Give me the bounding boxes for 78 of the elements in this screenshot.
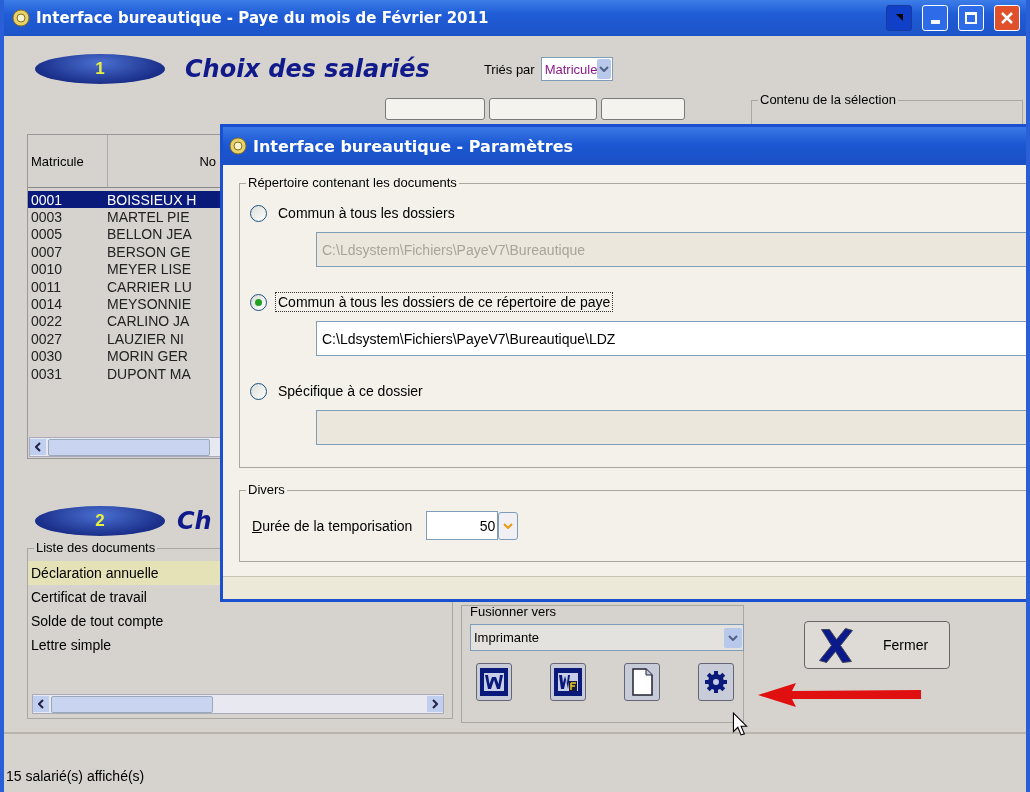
step-badge: 2 [35, 506, 165, 536]
table-cell-text: 0003 [30, 209, 64, 226]
cross-icon [819, 627, 853, 663]
table-cell-text: 0005 [30, 226, 64, 243]
app-logo-icon [12, 9, 30, 27]
table-cell: BOISSIEUX H [107, 191, 197, 208]
radio-button[interactable] [250, 382, 267, 400]
radio-label[interactable]: Commun à tous les dossiers de ce répertoire de paye [275, 292, 614, 312]
delay-label: Durée de la temporisation [252, 517, 413, 534]
close-button[interactable]: Fermer [804, 621, 950, 669]
table-cell: CARLINO JA [107, 313, 190, 330]
button[interactable] [489, 98, 597, 120]
dropdown-button[interactable] [597, 59, 611, 79]
radio-button[interactable] [250, 204, 267, 222]
table-cell-text: 0027 [30, 330, 64, 347]
table-cell: MEYER LISE [107, 261, 192, 278]
table-cell: LAUZIER NI [107, 330, 184, 347]
minimize-icon [930, 20, 940, 24]
word-merge-icon [553, 667, 583, 697]
word-icon [479, 667, 509, 697]
maximize-icon [963, 10, 979, 26]
dropdown-button[interactable] [724, 627, 742, 648]
caret-icon [599, 66, 610, 72]
table-cell: BELLON JEA [107, 226, 192, 243]
document-item[interactable]: Lettre simple [28, 633, 452, 657]
table-cell-text: 0011 [30, 278, 63, 295]
window-title: Interface bureautique - Paye du mois de Février 2011 [36, 9, 489, 27]
section-title: Choix des salariés [185, 55, 430, 83]
table-cell: MEYSONNIE [107, 296, 191, 313]
arrow-left-icon [35, 442, 41, 452]
radio-label[interactable]: Commun à tous les dossiers [275, 203, 458, 223]
pin-button[interactable] [886, 5, 912, 31]
arrow-left-icon [38, 699, 44, 709]
dialog-title: Interface bureautique - Paramètres [253, 136, 573, 156]
mouse-pointer-icon [732, 712, 748, 736]
word-button[interactable] [550, 663, 586, 701]
status-text: 15 salarié(s) affiché(s) [6, 768, 145, 784]
minimize-button[interactable] [922, 5, 948, 31]
table-cell-text: 0022 [30, 313, 64, 330]
sort-select[interactable]: Matricule [540, 57, 613, 81]
table-cell-text: 0007 [30, 243, 64, 260]
word-button[interactable] [476, 663, 512, 701]
maximize-button[interactable] [958, 5, 984, 31]
section-title: Ch [177, 507, 212, 535]
triangle-icon [894, 13, 904, 23]
button[interactable] [601, 98, 685, 120]
table-cell: DUPONT MA [107, 365, 191, 382]
close-icon [999, 10, 1015, 26]
caret-icon [728, 634, 738, 641]
output-select[interactable]: Imprimante [470, 624, 744, 651]
table-cell: MORIN GER [107, 348, 188, 365]
caret-icon [503, 522, 514, 529]
document-button[interactable] [624, 663, 660, 701]
table-cell-text: 0030 [30, 348, 64, 365]
table-cell-text: 0014 [30, 296, 64, 313]
delay-field[interactable]: 50 [426, 511, 499, 540]
dropdown-button[interactable] [498, 511, 519, 540]
table-cell: BERSON GE [107, 243, 191, 260]
path-field[interactable]: C:\Ldsystem\Fichiers\PayeV7\Bureautique\LDZ [316, 321, 1026, 356]
column-header[interactable]: Matricule [28, 135, 108, 187]
radio-button[interactable] [250, 293, 267, 311]
arrow-right-icon [432, 699, 438, 709]
close-button[interactable] [994, 5, 1020, 31]
document-item[interactable]: Solde de tout compte [28, 609, 452, 633]
horizontal-scrollbar[interactable] [32, 694, 444, 714]
merge-label: Fusionner vers [470, 606, 557, 618]
group-title: Répertoire contenant les documents [246, 175, 459, 191]
table-cell-text: 0001 [30, 191, 64, 208]
table-cell: MARTEL PIE [107, 209, 190, 226]
app-logo-icon [229, 137, 247, 155]
sort-label: Triés par [483, 61, 535, 77]
radio-label[interactable]: Spécifique à ce dossier [275, 381, 426, 401]
step-badge: 1 [35, 54, 165, 84]
settings-button[interactable] [698, 663, 734, 701]
table-cell-text: 0010 [30, 261, 64, 278]
button[interactable] [385, 98, 485, 120]
table-cell: CARRIER LU [107, 278, 192, 295]
table-cell-text: 0031 [30, 365, 64, 382]
